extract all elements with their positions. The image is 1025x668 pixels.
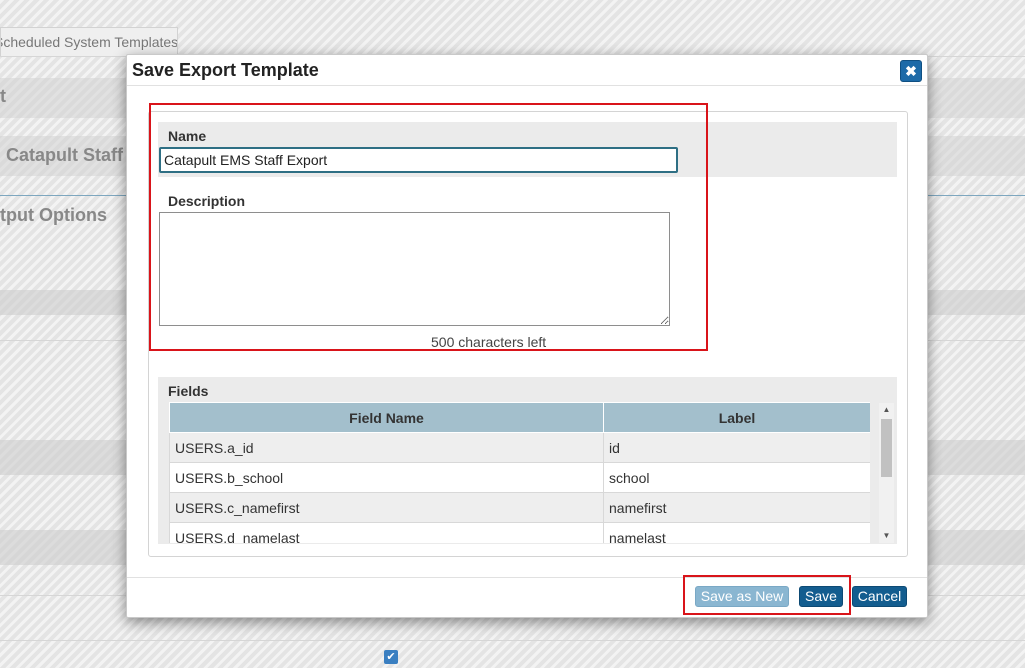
section-heading: t <box>0 86 6 106</box>
table-row[interactable]: USERS.b_school school <box>169 462 870 493</box>
table-row[interactable]: USERS.a_id id <box>169 432 870 463</box>
output-options-heading: tput Options <box>0 205 107 225</box>
tab-scheduled-system-templates[interactable]: Scheduled System Templates <box>0 27 178 56</box>
table-row[interactable]: USERS.d_namelast namelast <box>169 522 870 543</box>
label-cell: namelast <box>603 522 870 543</box>
divider <box>0 640 1025 641</box>
fields-table-scrollbar[interactable]: ▲ ▼ <box>879 403 894 543</box>
close-button[interactable]: ✖ <box>900 60 922 82</box>
cancel-button[interactable]: Cancel <box>852 586 907 607</box>
table-row[interactable]: USERS.c_namefirst namefirst <box>169 492 870 523</box>
template-name-heading: Catapult Staff <box>6 145 123 165</box>
column-header-label[interactable]: Label <box>603 402 870 433</box>
scroll-up-arrow-icon[interactable]: ▲ <box>879 403 894 417</box>
field-name-cell: USERS.c_namefirst <box>169 492 604 523</box>
fields-table-container[interactable]: Field Name Label USERS.a_id id USERS.b_s… <box>169 402 870 543</box>
scrollbar-thumb[interactable] <box>881 419 892 477</box>
fields-table: Field Name Label USERS.a_id id USERS.b_s… <box>169 402 870 543</box>
highlight-box-buttons <box>683 575 851 615</box>
highlight-box-name-description <box>149 103 708 351</box>
field-name-cell: USERS.a_id <box>169 432 604 463</box>
close-icon: ✖ <box>905 63 917 79</box>
label-cell: namefirst <box>603 492 870 523</box>
checkbox-checked-icon[interactable]: ✔ <box>384 650 398 664</box>
dialog-title: Save Export Template <box>132 60 319 80</box>
dialog-header: Save Export Template ✖ <box>127 55 927 86</box>
label-cell: school <box>603 462 870 493</box>
label-cell: id <box>603 432 870 463</box>
field-name-cell: USERS.d_namelast <box>169 522 604 543</box>
save-export-template-dialog: Save Export Template ✖ Name Description … <box>126 54 928 618</box>
scroll-down-arrow-icon[interactable]: ▼ <box>879 529 894 543</box>
fields-label: Fields <box>168 383 209 399</box>
column-header-field-name[interactable]: Field Name <box>169 402 604 433</box>
field-name-cell: USERS.b_school <box>169 462 604 493</box>
table-header-row: Field Name Label <box>169 402 870 433</box>
